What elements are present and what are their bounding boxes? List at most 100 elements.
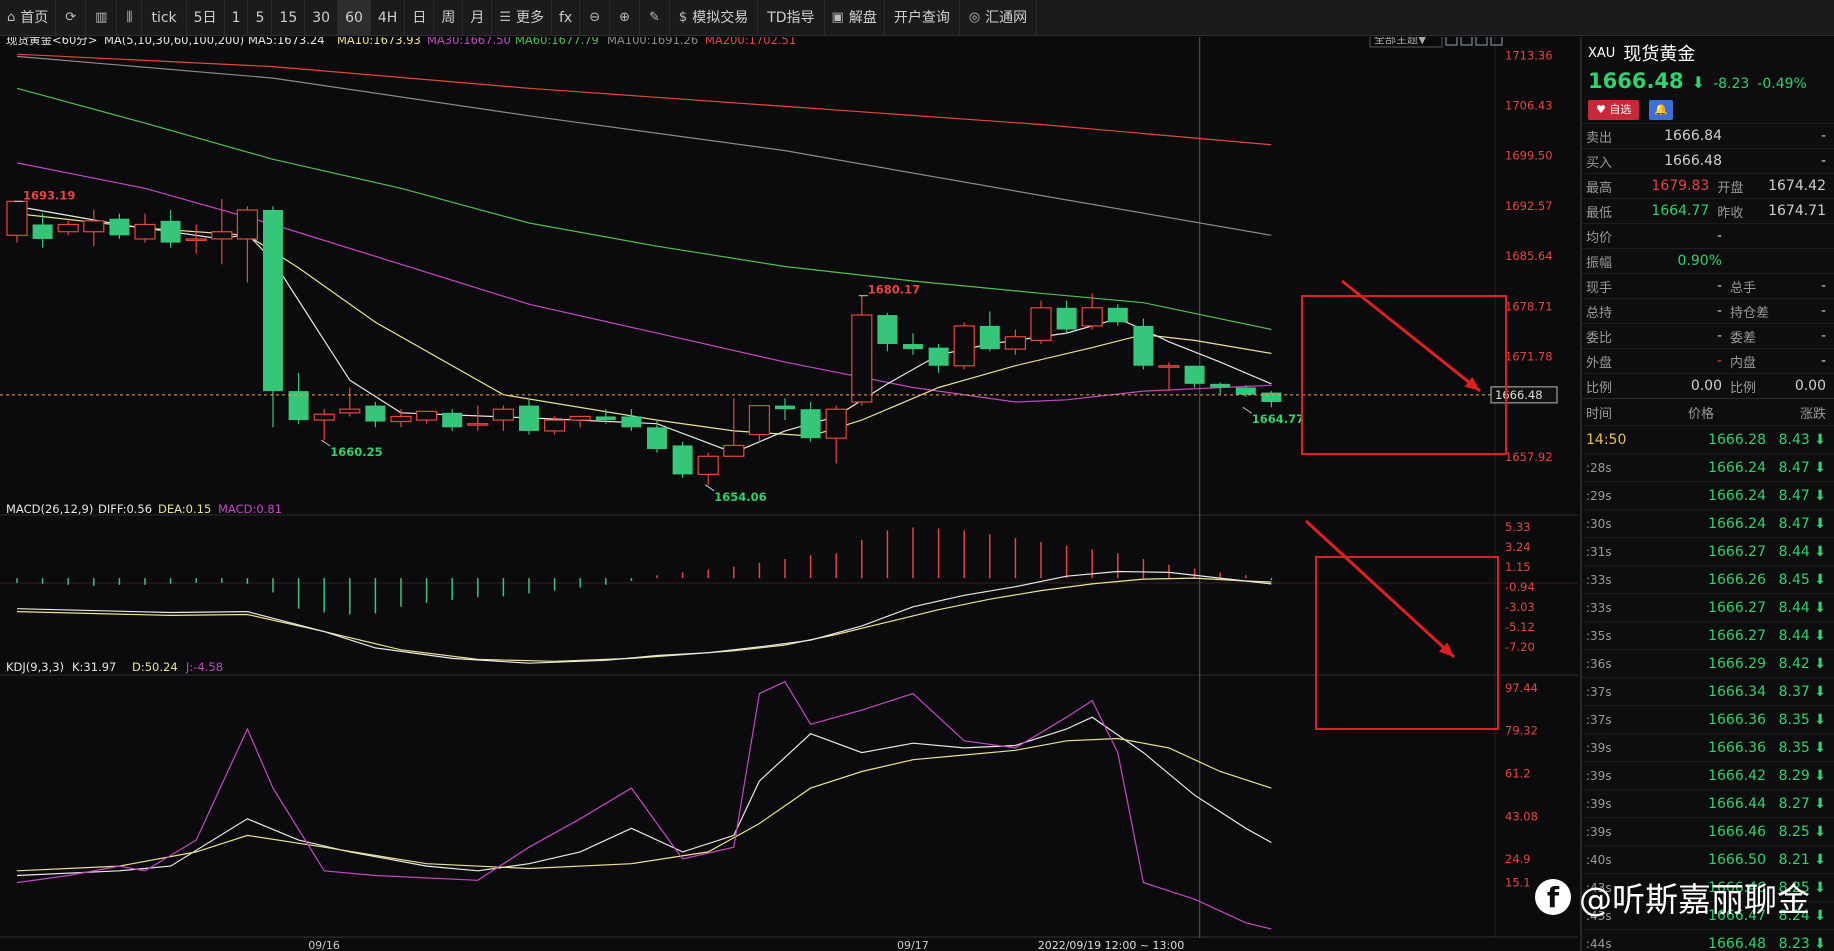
add-favorite-button[interactable]: ♥ 自选	[1588, 100, 1640, 120]
tick-row[interactable]: :30s 1666.24 8.47 ⬇	[1582, 509, 1834, 537]
tick-row[interactable]: :29s 1666.24 8.47 ⬇	[1582, 481, 1834, 509]
candle-body	[288, 391, 309, 421]
candle-body	[672, 445, 693, 475]
candlestick-chart[interactable]: 现货黄金<60分> MA(5,10,30,60,100,200) MA5:1673.…	[0, 37, 1580, 951]
toolbar-item-15[interactable]: ☰ 更多	[492, 0, 552, 36]
tick-row[interactable]: :39s 1666.36 8.35 ⬇	[1582, 733, 1834, 761]
candle	[313, 409, 335, 441]
toolbar-item-2[interactable]: ▥	[86, 0, 118, 36]
tick-row[interactable]: :31s 1666.27 8.44 ⬇	[1582, 537, 1834, 565]
tick-row[interactable]: :37s 1666.36 8.35 ⬇	[1582, 705, 1834, 733]
tick-price: 1666.34	[1708, 683, 1766, 700]
tick-change: 8.35 ⬇	[1778, 711, 1826, 728]
toolbar-item-23[interactable]: 开户查询	[885, 0, 960, 36]
candle	[236, 206, 258, 283]
toolbar-item-10[interactable]: 60	[338, 0, 371, 36]
layout-toggle-icon	[1475, 37, 1488, 46]
tick-price: 1666.42	[1708, 767, 1766, 784]
quote-value-2: 0.00	[1794, 378, 1826, 394]
candle	[390, 409, 412, 428]
tick-row[interactable]: :43s 1666.46 8.25 ⬇	[1582, 873, 1834, 901]
ticks-list[interactable]: 14:50 1666.28 8.43 ⬇:28s 1666.24 8.47 ⬇:29s 1…	[1582, 425, 1834, 951]
toolbar-item-14[interactable]: 月	[463, 0, 493, 36]
kdj-legend-item: D:50.24	[132, 660, 178, 674]
quote-table: 卖出 1666.84 - 买入 1666.48 - 最高 1679.83 开盘 1674.42 最低…	[1582, 123, 1834, 398]
quote-value-2: -	[1820, 278, 1826, 294]
symbol-name: 现货黄金	[1623, 44, 1696, 65]
toolbar-item-6[interactable]: 1	[225, 0, 249, 36]
tick-row[interactable]: :39s 1666.44 8.27 ⬇	[1582, 789, 1834, 817]
toolbar-item-7[interactable]: 5	[248, 0, 273, 36]
kdj-y-tick-label: 43.08	[1505, 809, 1538, 823]
more-menu-icon: ☰	[499, 9, 511, 25]
toolbar-item-24[interactable]: ◎ 汇通网	[960, 0, 1038, 36]
toolbar-item-3[interactable]: ⫼	[117, 0, 143, 36]
toolbar-item-20[interactable]: $ 模拟交易	[670, 0, 759, 36]
tick-row[interactable]: :36s 1666.29 8.42 ⬇	[1582, 649, 1834, 677]
tick-price: 1666.26	[1708, 571, 1766, 588]
toolbar-item-18[interactable]: ⊕	[610, 0, 641, 36]
zoom-out-icon: ⊖	[589, 9, 601, 25]
price-annotation: 1693.19	[23, 188, 75, 202]
tick-row[interactable]: :40s 1666.50 8.21 ⬇	[1582, 845, 1834, 873]
toolbar-item-4[interactable]: tick	[142, 0, 187, 36]
candle-body	[1107, 307, 1128, 323]
quote-row: 比例 0.00 比例 0.00	[1582, 373, 1834, 398]
toolbar-item-9[interactable]: 30	[305, 0, 339, 36]
toolbar-item-16[interactable]: fx	[552, 0, 581, 36]
tick-change: 8.44 ⬇	[1778, 627, 1826, 644]
quote-label-2: 开盘	[1717, 180, 1744, 196]
toolbar-item-19[interactable]: ✎	[640, 0, 670, 36]
quote-label-2: 比例	[1730, 380, 1757, 396]
down-arrow-icon: ⬇	[1809, 543, 1826, 560]
toolbar-item-13[interactable]: 周	[434, 0, 464, 36]
tick-row[interactable]: :33s 1666.26 8.45 ⬇	[1582, 565, 1834, 593]
candle	[416, 410, 438, 424]
toolbar-item-17[interactable]: ⊖	[580, 0, 611, 36]
candle	[748, 404, 771, 442]
macd-y-tick-label: -7.20	[1505, 640, 1535, 654]
theme-dropdown[interactable]: 全部主题▼	[1374, 37, 1427, 46]
tick-change: 8.24 ⬇	[1778, 907, 1826, 924]
chart-area[interactable]: 现货黄金<60分> MA(5,10,30,60,100,200) MA5:1673.…	[0, 37, 1580, 951]
alert-bell-icon[interactable]: 🔔	[1649, 100, 1674, 120]
toolbar-item-label: 5日	[193, 9, 217, 26]
down-arrow-icon: ⬇	[1809, 571, 1826, 588]
tick-row[interactable]: :43s 1666.47 8.24 ⬇	[1582, 901, 1834, 929]
annotation-pointer	[704, 484, 715, 492]
tick-time: :30s	[1586, 516, 1612, 531]
refresh-icon: ⟳	[65, 9, 77, 25]
quote-row: 均价 -	[1582, 223, 1834, 248]
candle-body	[723, 444, 745, 457]
down-arrow-icon: ⬇	[1691, 73, 1706, 92]
macd-legend-item: MACD:0.81	[218, 502, 282, 516]
tick-row[interactable]: :37s 1666.34 8.37 ⬇	[1582, 677, 1834, 705]
tick-row[interactable]: :44s 1666.48 8.23 ⬇	[1582, 929, 1834, 951]
candle	[647, 420, 667, 453]
tick-row[interactable]: :39s 1666.46 8.25 ⬇	[1582, 817, 1834, 845]
tick-row[interactable]: :39s 1666.42 8.29 ⬇	[1582, 761, 1834, 789]
toolbar-item-11[interactable]: 4H	[371, 0, 406, 36]
toolbar-item-0[interactable]: ⌂ 首页	[0, 0, 57, 36]
tick-price: 1666.46	[1708, 823, 1766, 840]
toolbar-item-22[interactable]: ▣ 解盘	[825, 0, 885, 36]
toolbar-item-1[interactable]: ⟳	[56, 0, 87, 36]
candle-body	[1133, 325, 1154, 366]
toolbar-item-5[interactable]: 5日	[187, 0, 225, 36]
tick-time: :43s	[1586, 908, 1612, 923]
tick-row[interactable]: 14:50 1666.28 8.43 ⬇	[1582, 425, 1834, 453]
toolbar-item-8[interactable]: 15	[272, 0, 306, 36]
candle-body	[339, 408, 361, 414]
tick-row[interactable]: :35s 1666.27 8.44 ⬇	[1582, 621, 1834, 649]
candle	[800, 401, 821, 442]
down-arrow-icon: ⬇	[1809, 823, 1826, 840]
quote-value: 1679.83	[1651, 178, 1710, 194]
tick-row[interactable]: :28s 1666.24 8.47 ⬇	[1582, 453, 1834, 481]
toolbar-item-21[interactable]: TD指导	[758, 0, 825, 36]
ma-line-ma100	[16, 55, 1272, 236]
tick-row[interactable]: :33s 1666.27 8.44 ⬇	[1582, 593, 1834, 621]
candle-body	[800, 409, 821, 439]
quote-value: -	[1716, 328, 1722, 344]
toolbar-item-12[interactable]: 日	[405, 0, 435, 36]
candle	[492, 405, 514, 431]
